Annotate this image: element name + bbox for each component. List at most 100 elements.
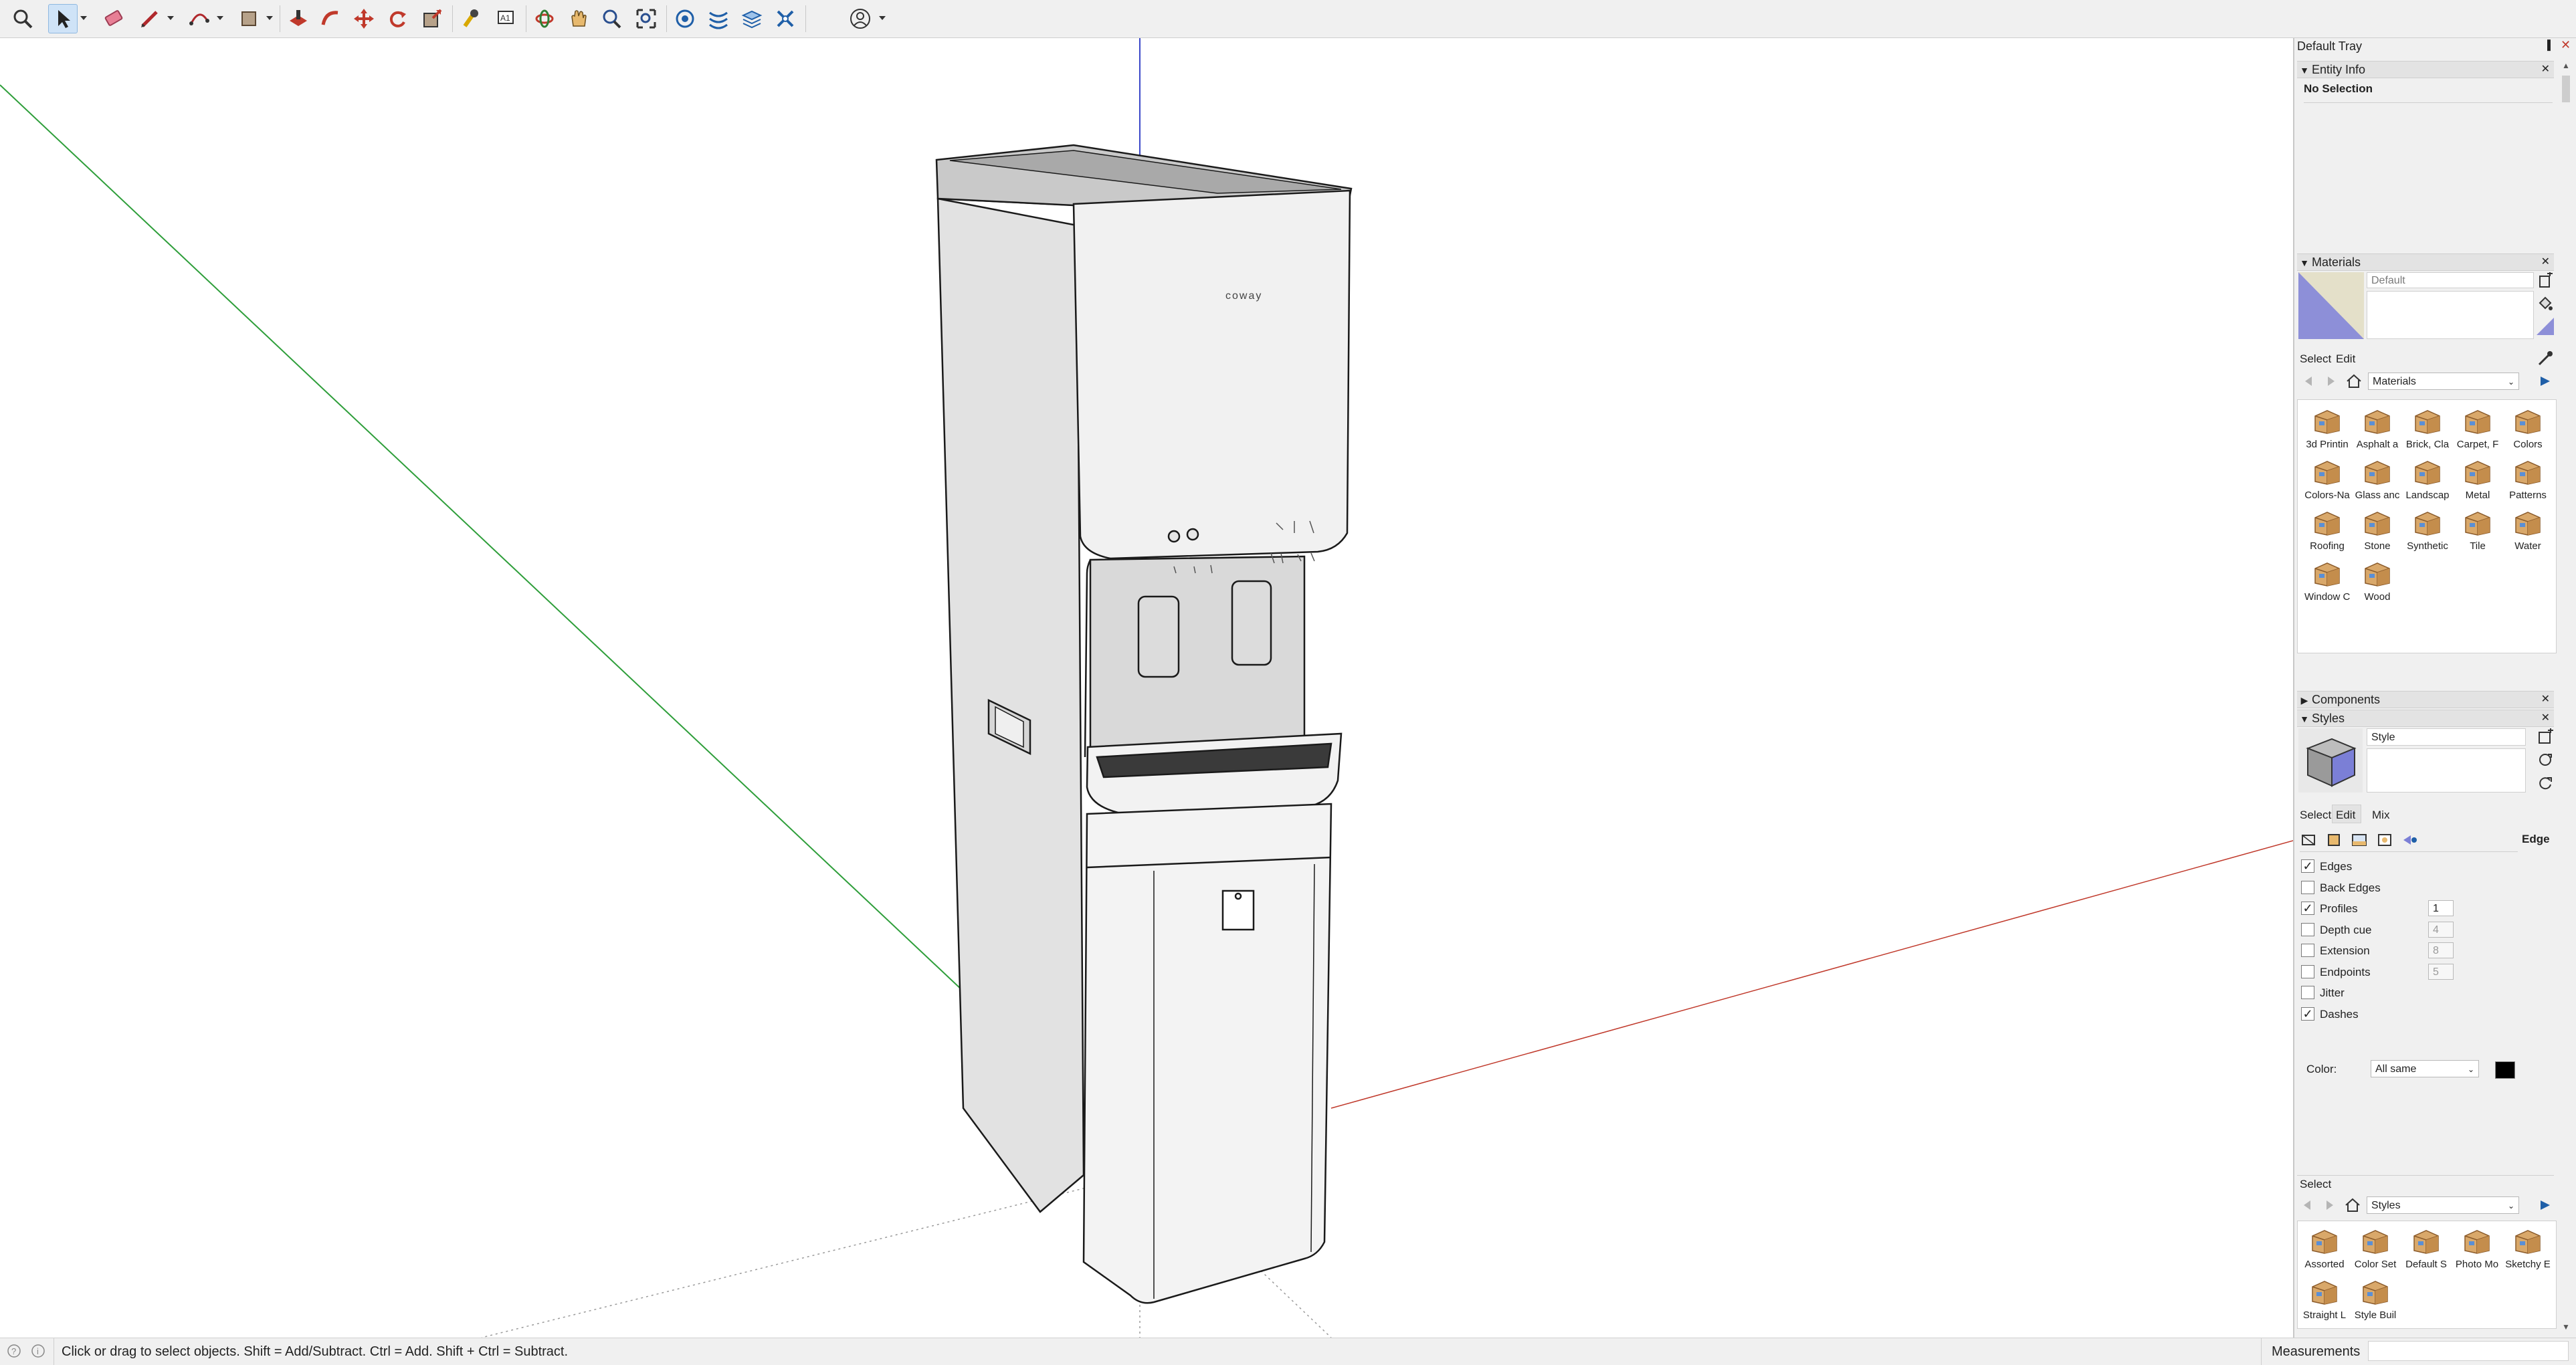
info-icon[interactable]: i: [31, 1344, 45, 1358]
pin-icon[interactable]: ▌: [2547, 39, 2554, 50]
material-category-1[interactable]: Asphalt a: [2355, 405, 2400, 452]
style-description-field[interactable]: [2367, 748, 2526, 793]
chevron-down-icon[interactable]: [265, 13, 274, 23]
modeling-settings-icon[interactable]: [2401, 831, 2419, 849]
layers-icon[interactable]: [737, 4, 767, 33]
update-style-icon[interactable]: [2537, 751, 2554, 768]
material-category-15[interactable]: Window C: [2304, 558, 2350, 605]
styles-tab-edit[interactable]: Edit: [2336, 809, 2355, 822]
measurements-input[interactable]: [2368, 1341, 2569, 1361]
edge-setting-checkbox[interactable]: [2301, 944, 2314, 957]
close-icon[interactable]: ✕: [2541, 692, 2550, 708]
material-category-8[interactable]: Metal: [2455, 456, 2500, 503]
create-style-icon[interactable]: [2537, 728, 2554, 746]
follow-me-icon[interactable]: [316, 4, 345, 33]
style-category-1[interactable]: Color Set: [2353, 1225, 2398, 1272]
scroll-thumb[interactable]: [2562, 76, 2570, 102]
materials-collection-dropdown[interactable]: Materials ⌄: [2368, 373, 2519, 390]
details-arrow-icon[interactable]: [2537, 1196, 2554, 1214]
push-pull-icon[interactable]: [284, 4, 313, 33]
styles-collection-dropdown[interactable]: Styles ⌄: [2367, 1196, 2519, 1214]
sections-icon[interactable]: [704, 4, 733, 33]
forward-arrow-icon[interactable]: [2321, 1196, 2339, 1214]
style-category-5[interactable]: Straight L: [2302, 1276, 2347, 1323]
rotate-icon[interactable]: [383, 4, 412, 33]
account-icon[interactable]: [846, 4, 875, 33]
tray-scrollbar[interactable]: ▲ ▼: [2559, 61, 2573, 1332]
styles-tab-mix[interactable]: Mix: [2372, 809, 2389, 822]
pan-icon[interactable]: [563, 4, 593, 33]
back-arrow-icon[interactable]: [2298, 1196, 2316, 1214]
tape-measure-icon[interactable]: [456, 4, 486, 33]
create-material-icon[interactable]: [2537, 272, 2554, 290]
search-icon[interactable]: [8, 4, 37, 33]
extension-icon[interactable]: [771, 4, 800, 33]
close-icon[interactable]: ✕: [2541, 710, 2550, 726]
material-category-7[interactable]: Landscap: [2405, 456, 2450, 503]
material-category-0[interactable]: 3d Printin: [2304, 405, 2350, 452]
back-arrow-icon[interactable]: [2300, 373, 2317, 390]
material-category-16[interactable]: Wood: [2355, 558, 2400, 605]
close-icon[interactable]: ✕: [2541, 62, 2550, 78]
edge-setting-value[interactable]: 1: [2428, 900, 2454, 916]
style-category-2[interactable]: Default S: [2403, 1225, 2449, 1272]
scale-icon[interactable]: [417, 4, 447, 33]
material-category-12[interactable]: Synthetic: [2405, 507, 2450, 554]
styles-tab-select[interactable]: Select: [2300, 809, 2331, 822]
material-category-9[interactable]: Patterns: [2505, 456, 2551, 503]
edge-setting-value[interactable]: 4: [2428, 921, 2454, 938]
edge-setting-checkbox[interactable]: [2301, 964, 2314, 978]
text-icon[interactable]: A1: [491, 4, 520, 33]
chevron-down-icon[interactable]: [215, 13, 225, 23]
model-viewport[interactable]: coway: [0, 38, 2293, 1338]
watermark-settings-icon[interactable]: [2376, 831, 2393, 849]
style-category-6[interactable]: Style Buil: [2353, 1276, 2398, 1323]
close-icon[interactable]: ✕: [2541, 254, 2550, 270]
material-category-6[interactable]: Glass anc: [2355, 456, 2400, 503]
material-category-4[interactable]: Colors: [2505, 405, 2551, 452]
arc-icon[interactable]: [185, 4, 214, 33]
close-icon[interactable]: ✕: [2561, 38, 2571, 52]
styles-header[interactable]: ▼ Styles ✕: [2297, 710, 2554, 727]
zoom-icon[interactable]: [597, 4, 626, 33]
chevron-down-icon[interactable]: ▼: [2559, 1322, 2573, 1332]
material-category-3[interactable]: Carpet, F: [2455, 405, 2500, 452]
materials-header[interactable]: ▼ Materials ✕: [2297, 253, 2554, 271]
entity-info-header[interactable]: ▼ Entity Info ✕: [2297, 61, 2554, 78]
home-icon[interactable]: [2344, 1196, 2361, 1214]
warehouse-icon[interactable]: [670, 4, 700, 33]
materials-tab-select[interactable]: Select: [2300, 352, 2331, 366]
face-settings-icon[interactable]: [2325, 831, 2343, 849]
home-icon[interactable]: [2345, 373, 2363, 390]
material-category-10[interactable]: Roofing: [2304, 507, 2350, 554]
edge-setting-checkbox[interactable]: [2301, 880, 2314, 894]
material-category-11[interactable]: Stone: [2355, 507, 2400, 554]
select-icon[interactable]: [48, 4, 78, 33]
refresh-icon[interactable]: [2537, 774, 2554, 791]
material-category-14[interactable]: Water: [2505, 507, 2551, 554]
eyedropper-icon[interactable]: [2537, 350, 2554, 367]
chevron-down-icon[interactable]: [79, 13, 88, 23]
orbit-icon[interactable]: [530, 4, 559, 33]
paint-bucket-icon[interactable]: [2537, 295, 2554, 312]
chevron-up-icon[interactable]: ▲: [2559, 61, 2573, 70]
components-header[interactable]: ▶ Components ✕: [2297, 691, 2554, 708]
pencil-icon[interactable]: [135, 4, 165, 33]
material-description-field[interactable]: [2367, 291, 2534, 339]
edge-setting-checkbox[interactable]: ✓: [2301, 902, 2314, 915]
shape-icon[interactable]: [234, 4, 264, 33]
style-name-field[interactable]: Style: [2367, 728, 2526, 746]
eraser-icon[interactable]: [99, 4, 128, 33]
edge-setting-checkbox[interactable]: [2301, 922, 2314, 936]
material-name-field[interactable]: Default: [2367, 272, 2534, 288]
edge-setting-checkbox[interactable]: ✓: [2301, 859, 2314, 873]
edge-settings-icon[interactable]: [2300, 831, 2317, 849]
forward-arrow-icon[interactable]: [2322, 373, 2340, 390]
materials-tab-edit[interactable]: Edit: [2336, 352, 2355, 366]
edge-setting-checkbox[interactable]: [2301, 986, 2314, 999]
zoom-extents-icon[interactable]: [631, 4, 661, 33]
material-category-2[interactable]: Brick, Cla: [2405, 405, 2450, 452]
edge-setting-checkbox[interactable]: ✓: [2301, 1007, 2314, 1021]
chevron-down-icon[interactable]: [166, 13, 175, 23]
background-settings-icon[interactable]: [2351, 831, 2368, 849]
